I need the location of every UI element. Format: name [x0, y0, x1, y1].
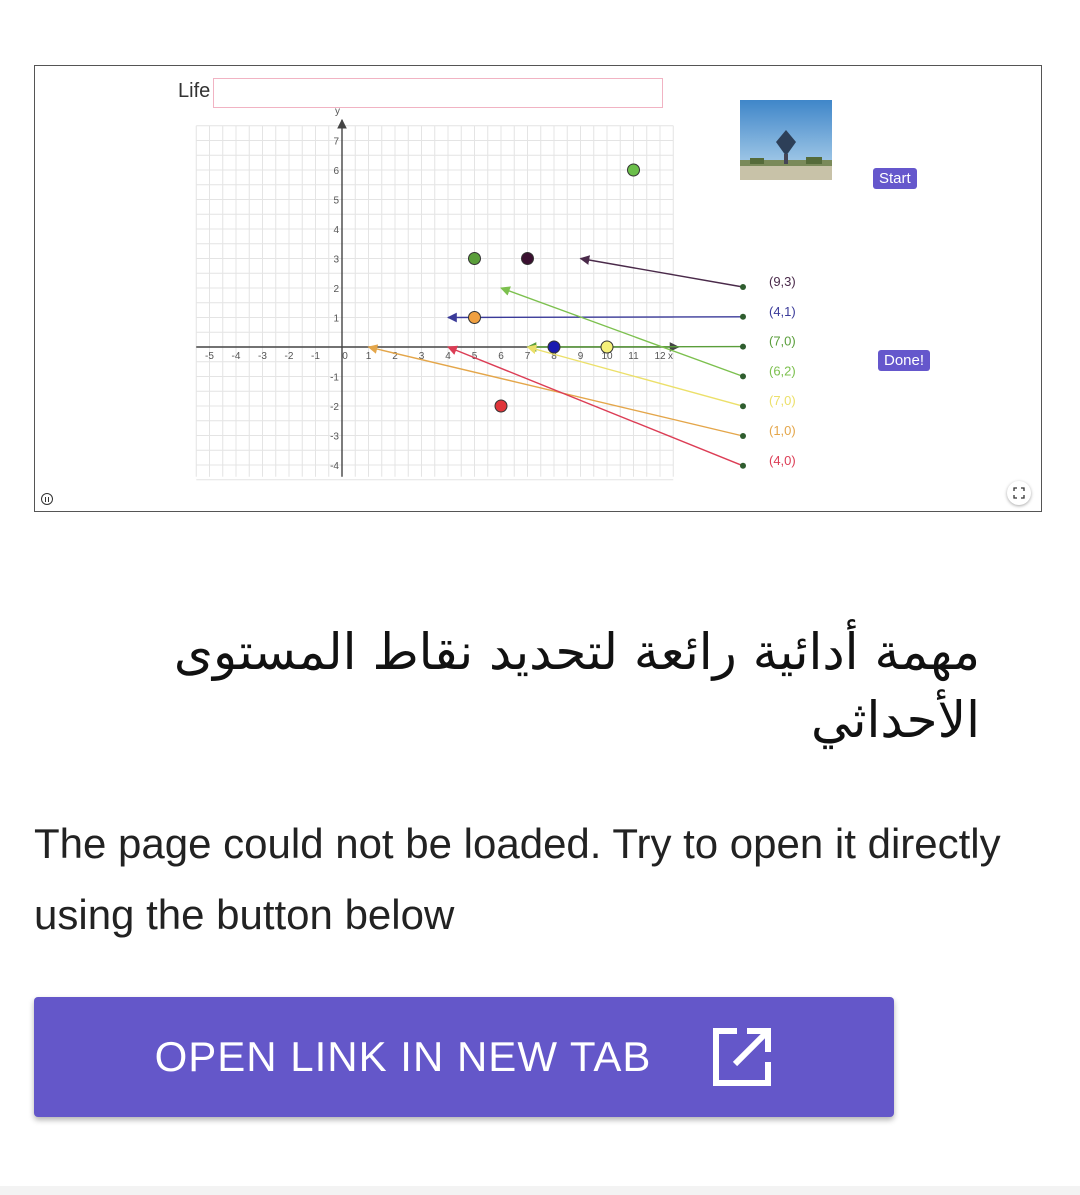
x-tick-label: 6	[498, 351, 504, 362]
y-tick-label: 3	[333, 255, 339, 266]
x-tick-label: 12	[654, 351, 666, 362]
y-tick-label: -3	[330, 432, 339, 443]
plotted-point[interactable]	[468, 252, 481, 265]
y-tick-label: 7	[333, 137, 339, 148]
y-tick-label: -1	[330, 373, 339, 384]
life-label: Life	[178, 80, 211, 102]
plotted-point[interactable]	[468, 311, 481, 324]
y-tick-label: 2	[333, 284, 339, 295]
external-link-icon	[711, 1026, 773, 1088]
plotted-point[interactable]	[627, 163, 640, 177]
start-button[interactable]: Start	[873, 168, 917, 189]
x-tick-label: 4	[445, 351, 451, 362]
plotted-point[interactable]	[494, 399, 508, 413]
open-link-label: OPEN LINK IN NEW TAB	[154, 1033, 652, 1080]
x-tick-label: 1	[366, 351, 372, 362]
arrow-handle[interactable]	[740, 462, 746, 469]
arrow-handle[interactable]	[740, 373, 746, 380]
plotted-point[interactable]	[547, 340, 561, 354]
pause-icon[interactable]	[41, 493, 53, 505]
landmark-photo	[740, 100, 832, 180]
done-button[interactable]: Done!	[878, 350, 931, 371]
coordinate-label: (7,0)	[769, 393, 796, 408]
load-error-message: The page could not be loaded. Try to ope…	[34, 820, 1001, 938]
x-axis-name: x	[668, 351, 673, 362]
coordinate-label: (4,0)	[769, 453, 796, 468]
coordinate-label: (1,0)	[769, 423, 796, 438]
coordinate-label: (4,1)	[769, 304, 796, 319]
y-tick-label: 1	[333, 314, 339, 325]
x-tick-label: -2	[285, 351, 294, 362]
open-link-new-tab-button[interactable]: OPEN LINK IN NEW TAB	[34, 997, 894, 1117]
geogebra-applet[interactable]: -5 -4 -3 -2 -1 0 1 2 3 4 5 6 7 8 9 10 11 12 -4 -3 -2 -1 1 2 3 4 5 6…	[34, 65, 1042, 512]
coordinate-label: (9,3)	[769, 274, 796, 289]
arrow-handle[interactable]	[740, 284, 746, 290]
coordinate-label: (6,2)	[769, 363, 796, 378]
page-title: مهمة أدائية رائعة لتحديد نقاط المستوى ال…	[173, 623, 980, 749]
drag-arrow[interactable]	[447, 312, 744, 323]
coordinate-graph[interactable]: -5 -4 -3 -2 -1 0 1 2 3 4 5 6 7 8 9 10 11 12-4-3-2-1123456…	[35, 66, 1041, 511]
x-tick-label: 11	[628, 351, 639, 362]
coordinate-label: (7,0)	[769, 334, 796, 349]
x-tick-label: 7	[525, 351, 531, 362]
fullscreen-icon[interactable]	[1007, 481, 1031, 505]
x-tick-label: -5	[205, 351, 214, 362]
plotted-point[interactable]	[521, 252, 534, 265]
y-tick-label: 6	[333, 166, 339, 177]
x-tick-label: 0	[342, 351, 348, 362]
arrow-handle[interactable]	[740, 343, 746, 350]
life-input[interactable]	[213, 78, 663, 108]
y-tick-label: -4	[330, 461, 339, 472]
y-tick-label: 4	[333, 225, 339, 236]
y-tick-label: -2	[330, 402, 339, 413]
plotted-point[interactable]	[600, 340, 614, 354]
y-tick-label: 5	[333, 196, 339, 207]
arrow-handle[interactable]	[740, 313, 746, 320]
x-tick-label: -4	[232, 351, 241, 362]
arrow-handle[interactable]	[740, 433, 746, 439]
x-tick-label: -3	[258, 351, 267, 362]
arrow-handle[interactable]	[740, 403, 746, 410]
bottom-strip	[0, 1186, 1080, 1195]
x-tick-label: -1	[311, 351, 320, 362]
